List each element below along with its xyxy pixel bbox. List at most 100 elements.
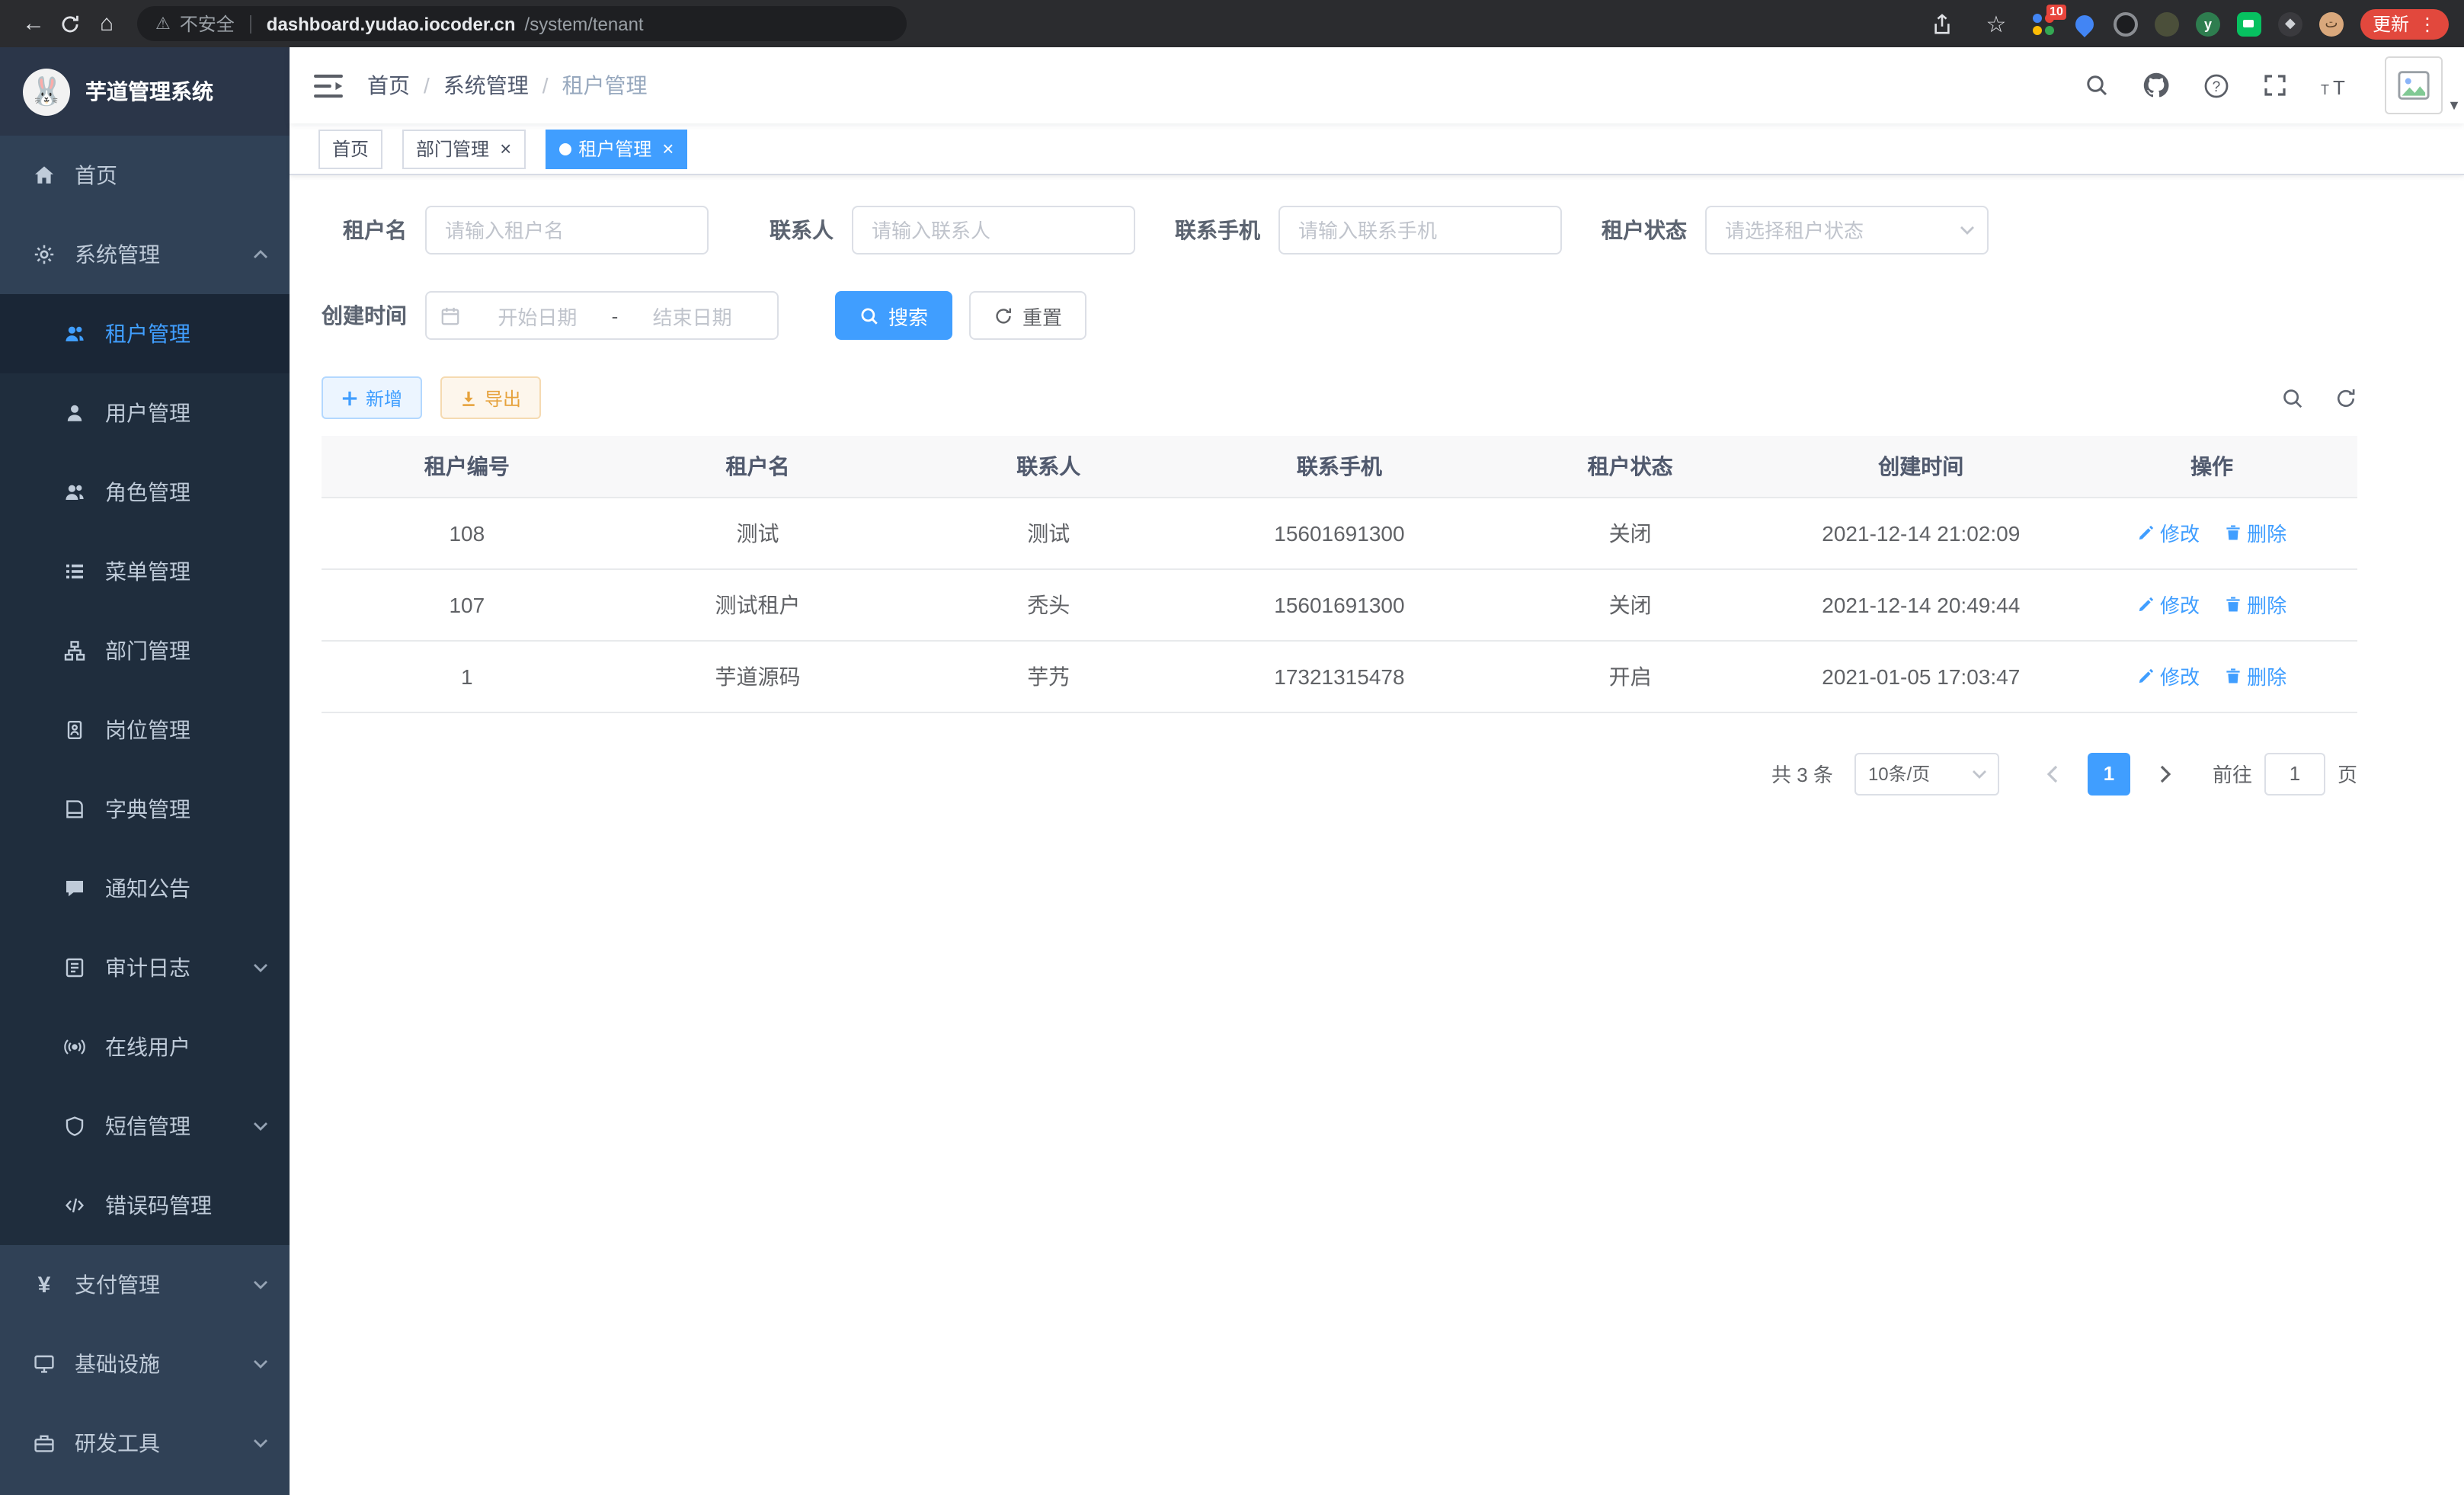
status-select[interactable] bbox=[1705, 206, 1989, 255]
user-avatar[interactable]: ▼ bbox=[2385, 56, 2443, 114]
sidebar-item-sms[interactable]: 短信管理 bbox=[0, 1087, 290, 1166]
extension-badge: 10 bbox=[2046, 4, 2066, 19]
browser-home-button[interactable]: ⌂ bbox=[88, 5, 125, 42]
tab-label: 租户管理 bbox=[578, 136, 651, 162]
sidebar-item-dict[interactable]: 字典管理 bbox=[0, 770, 290, 849]
help-button[interactable]: ? bbox=[2203, 72, 2229, 98]
update-label: 更新 bbox=[2373, 11, 2409, 37]
chevron-down-icon bbox=[1972, 769, 1987, 778]
contact-input[interactable] bbox=[852, 206, 1135, 255]
svg-text:T: T bbox=[2333, 75, 2345, 97]
search-button[interactable]: 搜索 bbox=[835, 291, 952, 340]
page-size-select[interactable]: 10条/页 bbox=[1854, 752, 1999, 795]
goto-page-input[interactable] bbox=[2264, 752, 2325, 795]
tenant-name-input[interactable] bbox=[425, 206, 709, 255]
bookmark-star-button[interactable]: ☆ bbox=[1978, 5, 2014, 42]
sidebar-item-post[interactable]: 岗位管理 bbox=[0, 690, 290, 770]
sidebar-item-user[interactable]: 用户管理 bbox=[0, 373, 290, 453]
goto-label: 前往 bbox=[2213, 759, 2252, 788]
sidebar-item-label: 字典管理 bbox=[105, 794, 268, 824]
chevron-left-icon bbox=[2046, 764, 2059, 783]
extension-icon-colordots[interactable]: 10 bbox=[2031, 11, 2056, 36]
edit-link[interactable]: 修改 bbox=[2137, 590, 2200, 619]
tab-tenant[interactable]: 租户管理 × bbox=[545, 129, 687, 168]
breadcrumb-system[interactable]: 系统管理 bbox=[443, 70, 529, 101]
sidebar-item-tenant[interactable]: 租户管理 bbox=[0, 294, 290, 373]
sidebar-item-home[interactable]: 首页 bbox=[0, 136, 290, 215]
add-button[interactable]: 新增 bbox=[322, 376, 422, 419]
sidebar-item-notice[interactable]: 通知公告 bbox=[0, 849, 290, 928]
chat-bubble-icon bbox=[62, 878, 87, 899]
col-tenant-id: 租户编号 bbox=[322, 436, 613, 497]
sidebar-item-devtools[interactable]: 研发工具 bbox=[0, 1404, 290, 1483]
font-size-button[interactable]: TT bbox=[2321, 74, 2351, 97]
browser-reload-button[interactable] bbox=[52, 5, 88, 42]
cell-contact: 秃头 bbox=[903, 568, 1194, 640]
toolbox-icon bbox=[32, 1433, 56, 1454]
phone-input[interactable] bbox=[1278, 206, 1562, 255]
reset-button[interactable]: 重置 bbox=[969, 291, 1086, 340]
contact-label: 联系人 bbox=[748, 215, 834, 245]
sidebar-item-dept[interactable]: 部门管理 bbox=[0, 611, 290, 690]
delete-link[interactable]: 删除 bbox=[2224, 661, 2286, 690]
kebab-menu-icon[interactable]: ⋮ bbox=[2418, 13, 2437, 34]
sidebar-item-label: 支付管理 bbox=[75, 1269, 235, 1300]
sidebar-item-audit-log[interactable]: 审计日志 bbox=[0, 928, 290, 1007]
cell-phone: 15601691300 bbox=[1194, 497, 1485, 568]
sidebar-item-system[interactable]: 系统管理 bbox=[0, 215, 290, 294]
cell-created: 2021-01-05 17:03:47 bbox=[1775, 640, 2066, 712]
logo-avatar: 🐰 bbox=[23, 68, 70, 115]
tab-dept[interactable]: 部门管理 × bbox=[402, 129, 525, 168]
sidebar-item-label: 部门管理 bbox=[105, 635, 268, 666]
github-link[interactable] bbox=[2142, 72, 2170, 99]
sidebar-item-payment[interactable]: ¥ 支付管理 bbox=[0, 1245, 290, 1324]
header-search-button[interactable] bbox=[2085, 73, 2109, 98]
sidebar-toggle-button[interactable] bbox=[290, 72, 367, 98]
edit-link[interactable]: 修改 bbox=[2137, 518, 2200, 547]
sidebar-item-menu[interactable]: 菜单管理 bbox=[0, 532, 290, 611]
extension-icon-olive[interactable] bbox=[2155, 11, 2179, 36]
extension-icon-drop[interactable] bbox=[2072, 11, 2097, 36]
extension-icon-ring[interactable] bbox=[2114, 11, 2138, 36]
next-page-button[interactable] bbox=[2142, 752, 2188, 795]
tab-home[interactable]: 首页 bbox=[318, 129, 382, 168]
extension-icon-green-circle[interactable]: y bbox=[2196, 11, 2220, 36]
pagination: 共 3 条 10条/页 1 前往 页 bbox=[322, 752, 2357, 795]
table-row: 107 测试租户 秃头 15601691300 关闭 2021-12-14 20… bbox=[322, 568, 2357, 640]
extension-icon-dark-puzzle[interactable]: ◆ bbox=[2278, 11, 2302, 36]
edit-link[interactable]: 修改 bbox=[2137, 661, 2200, 690]
id-badge-icon bbox=[62, 719, 87, 741]
search-button-label: 搜索 bbox=[888, 301, 928, 330]
export-button[interactable]: 导出 bbox=[440, 376, 541, 419]
browser-back-button[interactable]: ← bbox=[15, 5, 52, 42]
delete-link[interactable]: 删除 bbox=[2224, 518, 2286, 547]
address-bar[interactable]: ⚠ 不安全 dashboard.yudao.iocoder.cn/system/… bbox=[137, 6, 907, 41]
app-logo[interactable]: 🐰 芋道管理系统 bbox=[0, 47, 290, 136]
sidebar-item-online-users[interactable]: 在线用户 bbox=[0, 1007, 290, 1087]
page-number-1[interactable]: 1 bbox=[2088, 752, 2130, 795]
delete-label: 删除 bbox=[2247, 590, 2286, 619]
fullscreen-icon bbox=[2263, 73, 2287, 98]
sidebar-item-role[interactable]: 角色管理 bbox=[0, 453, 290, 532]
share-button[interactable] bbox=[1925, 5, 1961, 42]
profile-avatar[interactable]: ت bbox=[2319, 11, 2344, 36]
col-created: 创建时间 bbox=[1775, 436, 2066, 497]
prev-page-button[interactable] bbox=[2030, 752, 2075, 795]
delete-link[interactable]: 删除 bbox=[2224, 590, 2286, 619]
sidebar-item-error-code[interactable]: 错误码管理 bbox=[0, 1166, 290, 1245]
phone-label: 联系手机 bbox=[1175, 215, 1260, 245]
date-range-picker[interactable]: 开始日期 - 结束日期 bbox=[425, 291, 779, 340]
github-icon bbox=[2142, 72, 2170, 99]
sidebar-item-infrastructure[interactable]: 基础设施 bbox=[0, 1324, 290, 1404]
tab-close-icon[interactable]: × bbox=[662, 139, 674, 158]
chrome-update-button[interactable]: 更新 ⋮ bbox=[2360, 8, 2449, 39]
refresh-table-button[interactable] bbox=[2334, 386, 2357, 409]
extension-icon-wechat-devtool[interactable] bbox=[2237, 11, 2261, 36]
toggle-search-button[interactable] bbox=[2281, 386, 2304, 409]
fullscreen-button[interactable] bbox=[2263, 73, 2287, 98]
date-start-placeholder: 开始日期 bbox=[466, 301, 609, 330]
tenant-name-label: 租户名 bbox=[322, 215, 407, 245]
avatar-caret-icon: ▼ bbox=[2447, 98, 2461, 113]
breadcrumb-home[interactable]: 首页 bbox=[367, 70, 410, 101]
tab-close-icon[interactable]: × bbox=[500, 139, 511, 158]
